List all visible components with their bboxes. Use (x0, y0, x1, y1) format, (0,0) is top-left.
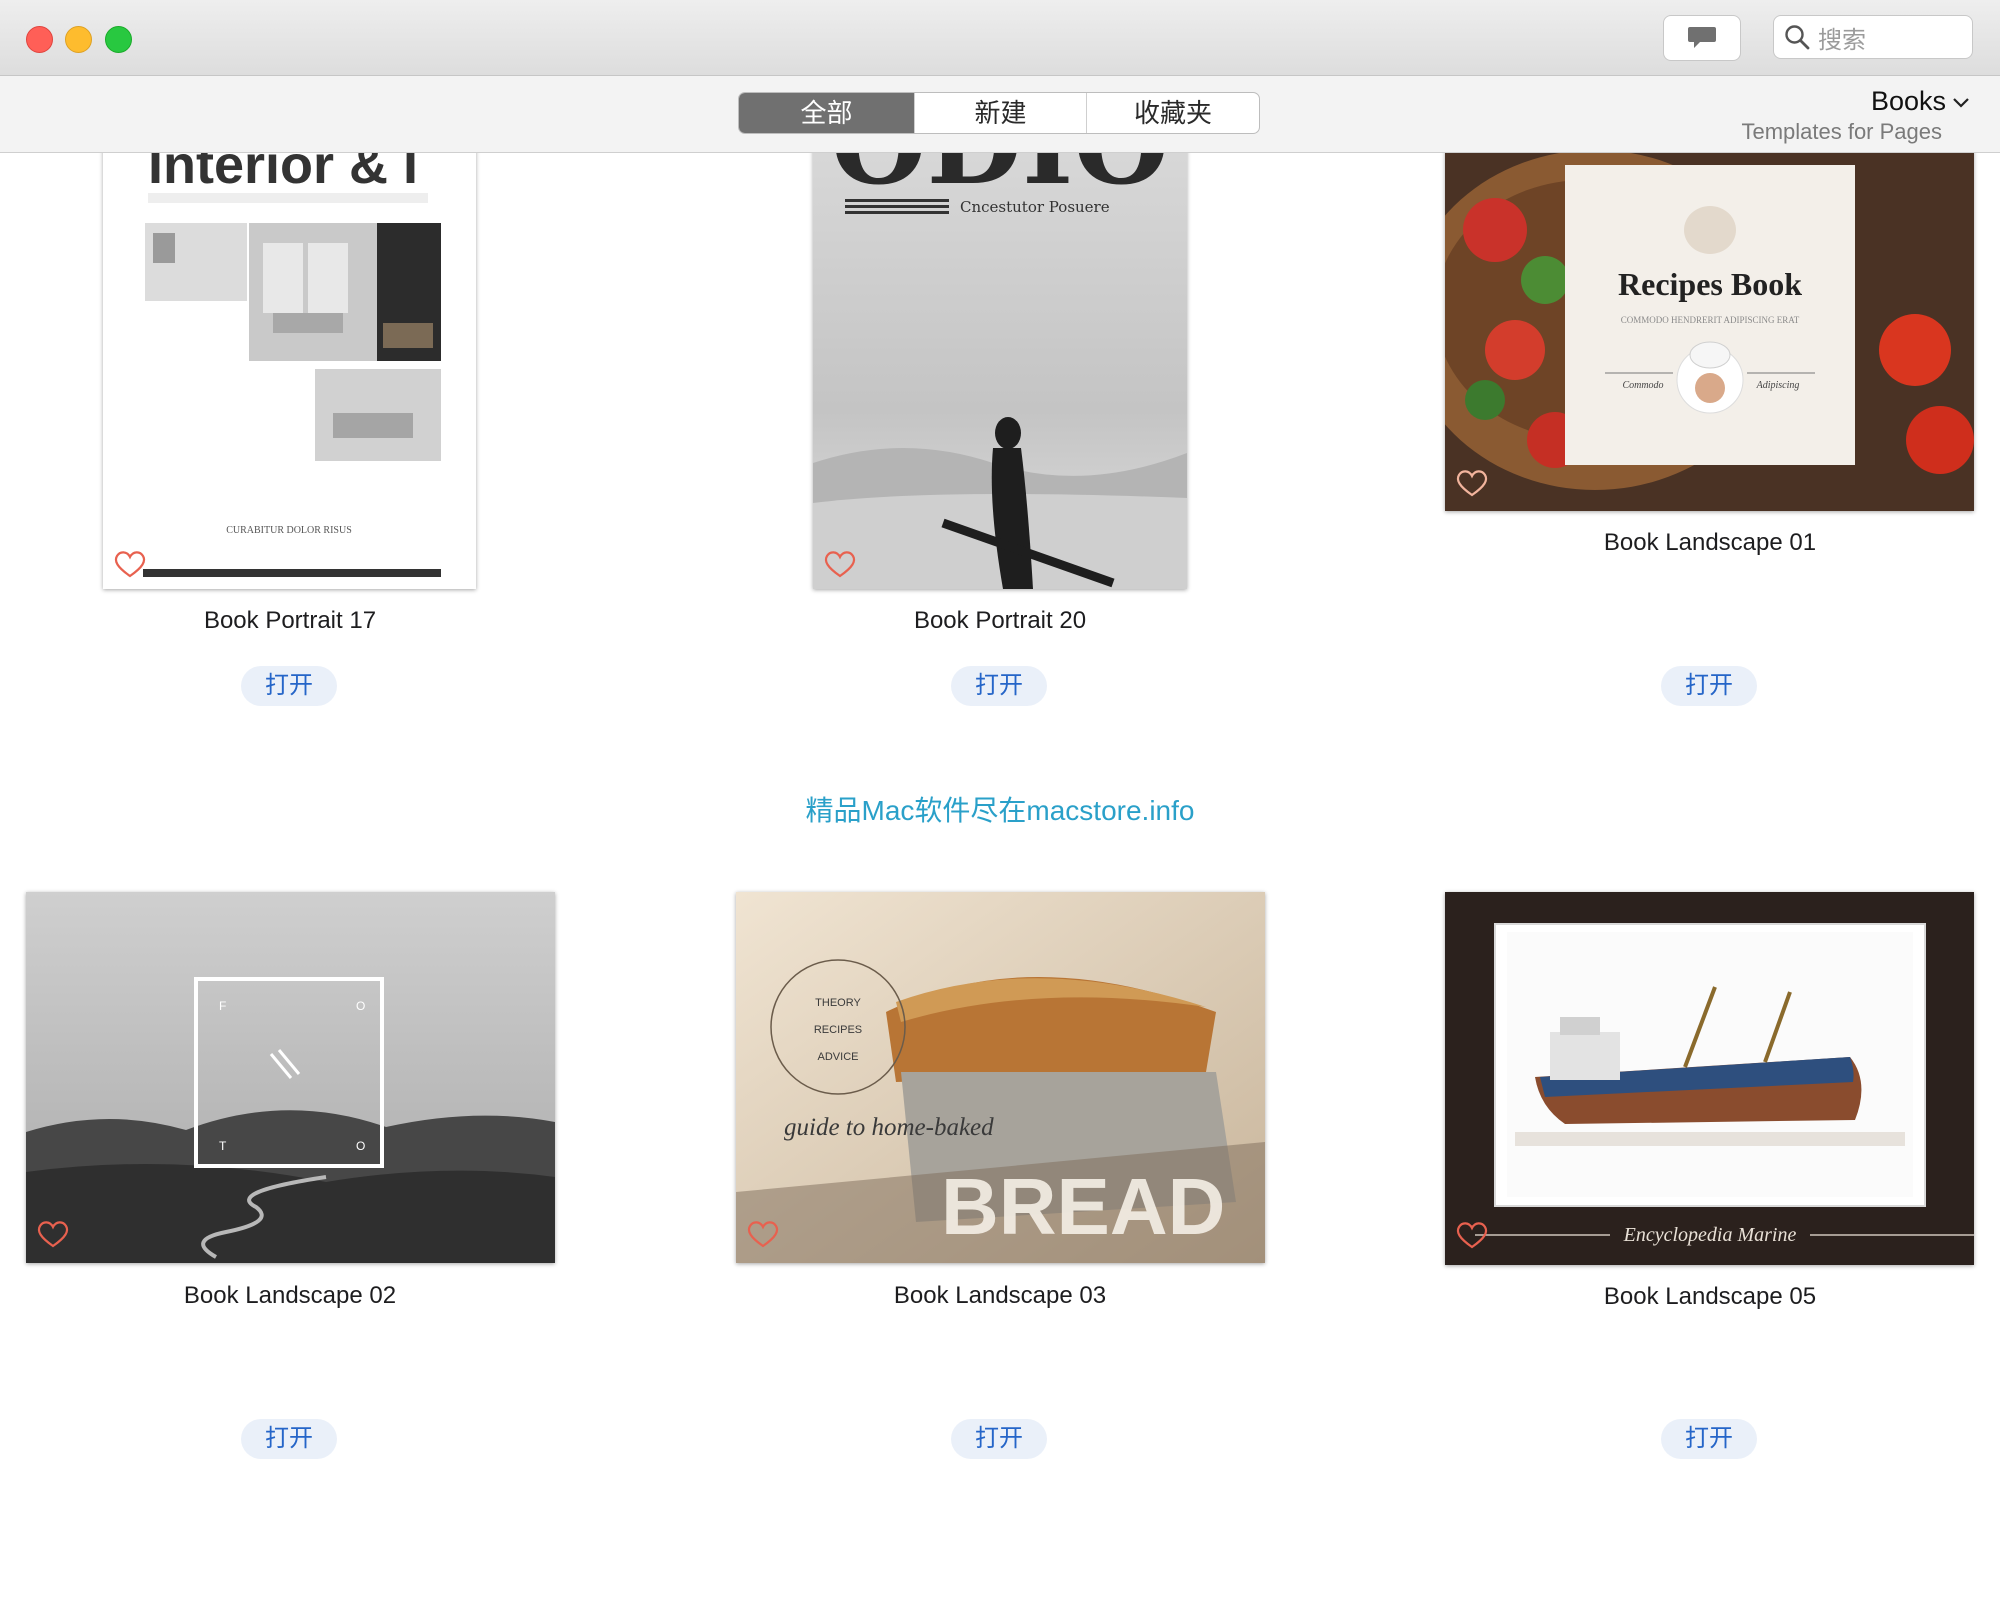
template-name: Book Portrait 20 (913, 607, 1087, 634)
heart-icon[interactable] (746, 1219, 780, 1249)
cover-title: Encyclopedia Marine (1623, 1224, 1797, 1246)
open-button[interactable]: 打开 (1661, 666, 1757, 706)
search-icon (1785, 25, 1810, 50)
open-button[interactable]: 打开 (1661, 1419, 1757, 1459)
cover-title: BREAD (941, 1162, 1225, 1251)
cover-circle-line: RECIPES (814, 1024, 862, 1036)
zoom-window-button[interactable] (105, 26, 132, 53)
cover-letter: O (356, 999, 365, 1013)
speech-bubble-icon (1688, 27, 1716, 48)
cover-left-label: Commodo (1622, 380, 1663, 391)
template-thumbnail[interactable]: Encyclopedia Marine (1445, 892, 1974, 1265)
template-name: Book Landscape 02 (183, 1282, 397, 1309)
open-button[interactable]: 打开 (241, 666, 337, 706)
cover-script: guide to home-baked (784, 1114, 994, 1141)
template-thumbnail[interactable]: F O T O (26, 892, 555, 1263)
search-placeholder: 搜索 (1818, 26, 1866, 54)
heart-icon[interactable] (113, 549, 147, 579)
cover-letter: T (219, 1139, 227, 1153)
template-thumbnail[interactable]: Recipes Book COMMODO HENDRERIT ADIPISCIN… (1445, 153, 1974, 511)
heart-icon[interactable] (36, 1219, 70, 1249)
cover-letter: F (219, 999, 226, 1013)
category-menu[interactable]: Books Templates for Pages (1741, 86, 1970, 145)
template-name: Book Landscape 05 (1603, 1283, 1817, 1310)
template-thumbnail[interactable]: ODIO Cncestutor Posuere (813, 153, 1187, 589)
open-button[interactable]: 打开 (241, 1419, 337, 1459)
category-subtitle: Templates for Pages (1741, 119, 1942, 144)
chevron-down-icon (1953, 97, 1969, 108)
template-thumbnail[interactable]: THEORY RECIPES ADVICE guide to home-bake… (736, 892, 1265, 1263)
filter-segmented-control: 全部 新建 收藏夹 (738, 92, 1260, 134)
tab-all[interactable]: 全部 (739, 93, 914, 133)
cover-footer: CURABITUR DOLOR RISUS (226, 525, 352, 536)
template-name: Book Landscape 03 (893, 1282, 1107, 1309)
cover-letter: O (356, 1139, 365, 1153)
title-bar: 搜索 (0, 0, 2000, 76)
template-name: Book Landscape 01 (1603, 529, 1817, 556)
cover-circle-line: ADVICE (818, 1051, 859, 1063)
minimize-window-button[interactable] (65, 26, 92, 53)
template-thumbnail[interactable]: Interior & I CURABITUR DOLOR RISUS (103, 153, 476, 589)
tab-new[interactable]: 新建 (914, 93, 1086, 133)
close-window-button[interactable] (26, 26, 53, 53)
search-field[interactable]: 搜索 (1773, 15, 1973, 59)
open-button[interactable]: 打开 (951, 1419, 1047, 1459)
tab-favorites[interactable]: 收藏夹 (1086, 93, 1259, 133)
cover-title: Interior & I (148, 153, 418, 195)
toolbar: 全部 新建 收藏夹 Books Templates for Pages (0, 76, 2000, 153)
feedback-button[interactable] (1663, 15, 1741, 61)
open-button[interactable]: 打开 (951, 666, 1047, 706)
cover-title: Recipes Book (1618, 266, 1802, 302)
heart-icon[interactable] (1455, 1220, 1489, 1250)
watermark-text: 精品Mac软件尽在macstore.info (805, 795, 1195, 826)
cover-circle-line: THEORY (815, 997, 861, 1009)
template-name: Book Portrait 17 (203, 607, 377, 634)
heart-icon[interactable] (1455, 468, 1489, 498)
heart-icon[interactable] (823, 549, 857, 579)
category-title: Books (1870, 86, 1946, 116)
template-gallery: Interior & I CURABITUR DOLOR RISUS Book … (0, 153, 2000, 1620)
cover-right-label: Adipiscing (1756, 380, 1800, 391)
cover-subtitle: Cncestutor Posuere (960, 198, 1110, 216)
cover-tagline: COMMODO HENDRERIT ADIPISCING ERAT (1621, 315, 1800, 325)
